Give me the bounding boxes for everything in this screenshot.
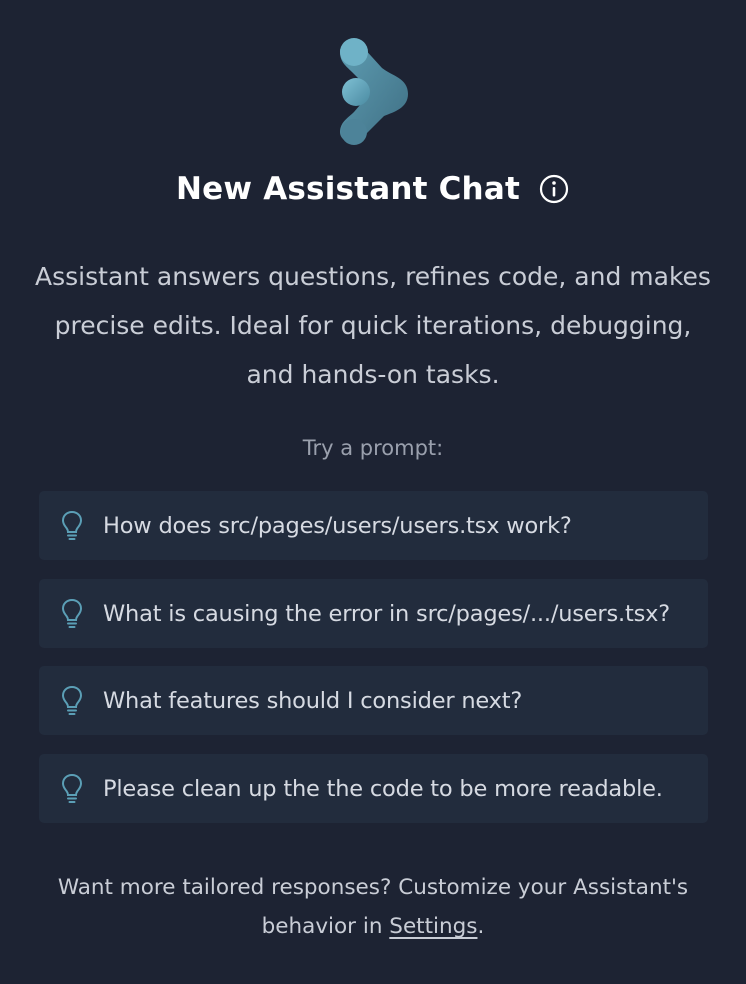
lightbulb-icon [60,685,84,717]
title-row: New Assistant Chat [0,166,746,212]
prompt-text: How does src/pages/users/users.tsx work? [103,512,572,539]
prompt-suggestion-1[interactable]: How does src/pages/users/users.tsx work? [39,491,708,560]
footer-note: Want more tailored responses? Customize … [40,868,706,946]
prompt-suggestion-3[interactable]: What features should I consider next? [39,666,708,735]
assistant-description: Assistant answers questions, refines cod… [35,262,711,389]
lightbulb-icon [60,598,84,630]
footer-text: Want more tailored responses? Customize … [57,875,689,939]
prompt-text: What features should I consider next? [103,687,523,714]
page-title: New Assistant Chat [176,171,520,207]
lightbulb-icon [60,510,84,542]
prompt-suggestion-4[interactable]: Please clean up the the code to be more … [39,754,708,823]
prompt-suggestion-2[interactable]: What is causing the error in src/pages/.… [39,579,708,648]
assistant-chat-panel: New Assistant Chat Assistant answers que… [0,0,746,984]
try-prompt-label: Try a prompt: [302,436,444,460]
lightbulb-icon [60,773,84,805]
prompt-text: Please clean up the the code to be more … [103,775,663,802]
footer-period: . [477,914,485,939]
prompt-text: What is causing the error in src/pages/.… [103,600,670,627]
settings-link[interactable]: Settings [389,914,477,939]
info-icon[interactable] [538,173,570,205]
assistant-logo [340,38,408,145]
